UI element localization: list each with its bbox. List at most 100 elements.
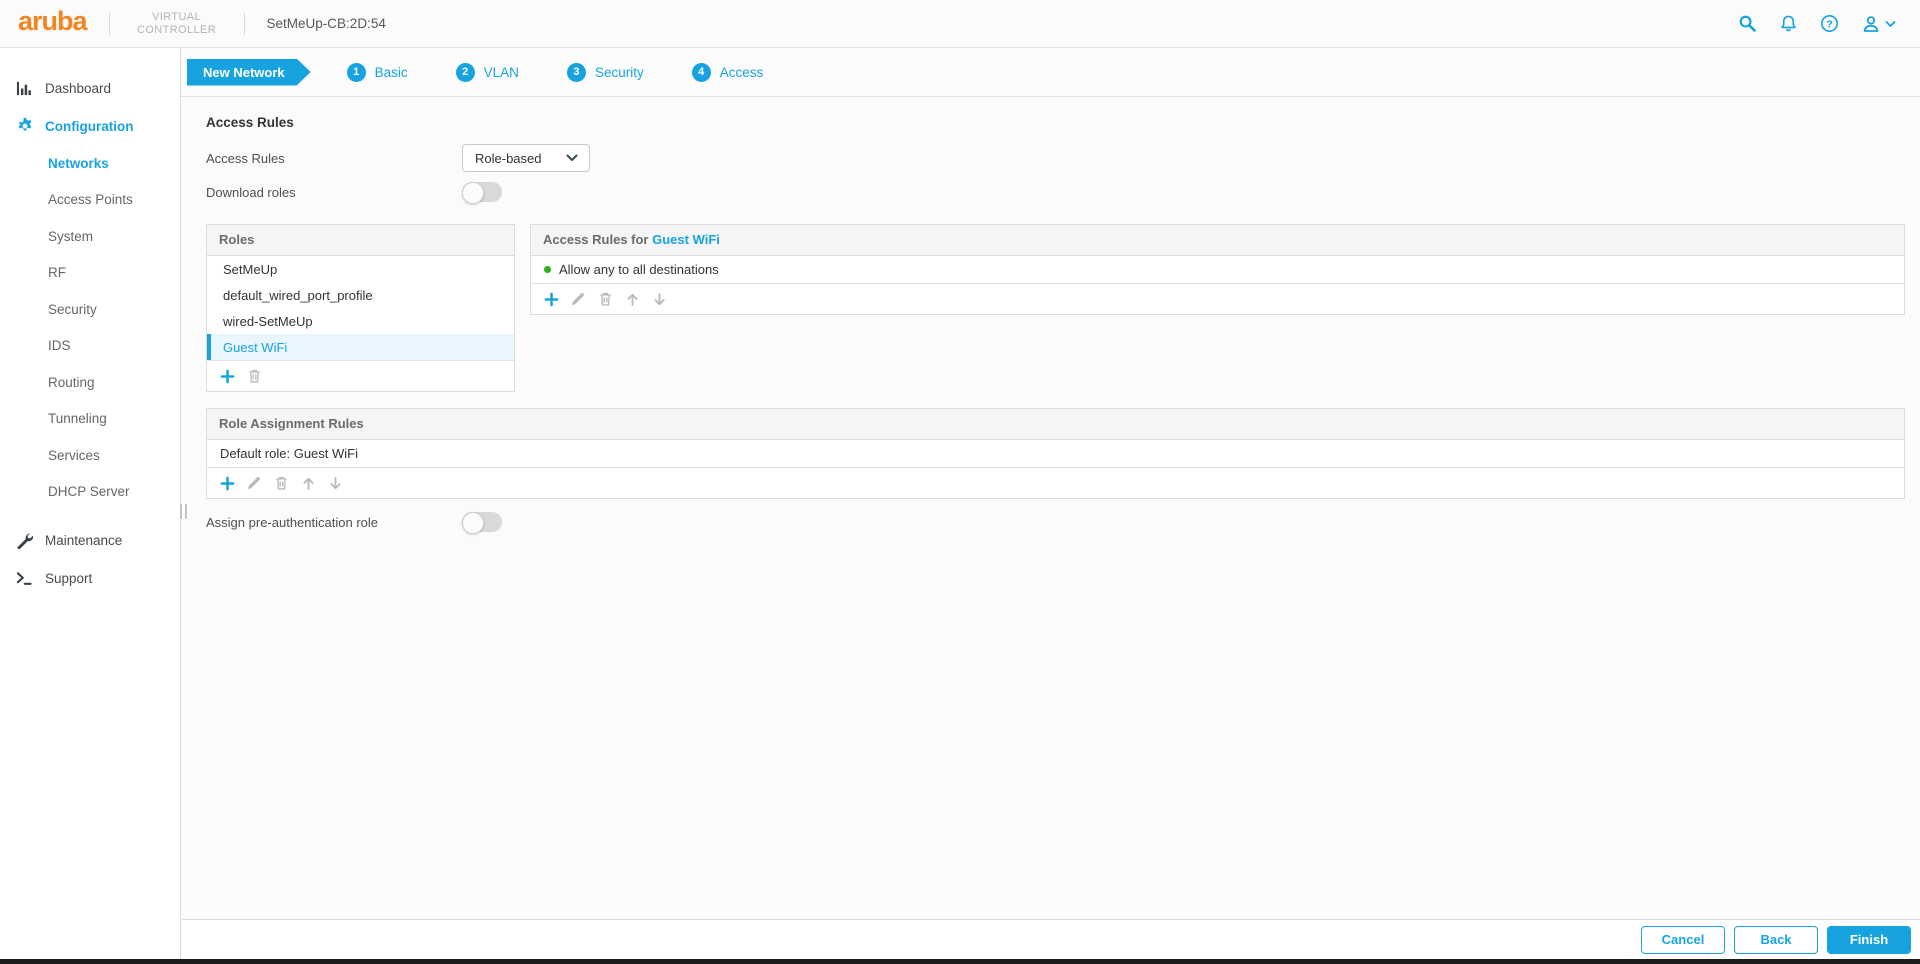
sidebar-subitem[interactable]: System (0, 218, 180, 255)
sidebar-item-label: Support (45, 570, 93, 586)
sidebar-subitem[interactable]: Security (0, 291, 180, 328)
pre-auth-label: Assign pre-authentication role (206, 514, 378, 530)
sidebar-subitem-label: Tunneling (48, 411, 107, 427)
page-title: Access Rules (206, 115, 294, 130)
finish-button[interactable]: Finish (1827, 925, 1911, 954)
sidebar-subitem[interactable]: Tunneling (0, 401, 180, 438)
delete-icon[interactable] (595, 289, 615, 309)
edit-icon[interactable] (244, 473, 264, 493)
access-rule-row[interactable]: Allow any to all destinations (531, 256, 1904, 283)
sidebar-subitem[interactable]: DHCP Server (0, 474, 180, 511)
sidebar-subitem[interactable]: RF (0, 255, 180, 292)
wizard-steps: 1 Basic 2 VLAN 3 Security 4 Access (346, 62, 764, 82)
top-bar: aruba VIRTUAL CONTROLLER SetMeUp-CB:2D:5… (0, 0, 1920, 48)
sidebar-subitem-label: Routing (48, 374, 95, 390)
back-button[interactable]: Back (1734, 925, 1818, 954)
step-label: Basic (374, 64, 408, 80)
role-assignment-list: Default role: Guest WiFi (207, 440, 1904, 467)
sidebar-subitem-label: Networks (48, 155, 109, 171)
sidebar-item-label: Configuration (45, 118, 134, 134)
step-number-badge: 1 (346, 62, 366, 82)
content-area: New Network 1 Basic 2 VLAN 3 Security 4 … (181, 0, 1920, 534)
gear-icon (15, 117, 34, 135)
sidebar-subitem[interactable]: Access Points (0, 182, 180, 219)
sidebar-item-support[interactable]: Support (0, 559, 180, 597)
role-row[interactable]: wired-SetMeUp (207, 308, 514, 334)
configuration-subnav: Networks Access Points System RF Securit… (0, 145, 180, 510)
sidebar-item-label: Maintenance (45, 532, 123, 548)
add-icon[interactable] (217, 473, 237, 493)
move-up-icon[interactable] (298, 473, 318, 493)
sidebar-subitem[interactable]: Services (0, 437, 180, 474)
chevron-down-icon (566, 154, 578, 161)
new-network-banner: New Network (187, 59, 311, 86)
move-down-icon[interactable] (325, 473, 345, 493)
sidebar-subitem[interactable]: IDS (0, 328, 180, 365)
roles-and-rules-row: Roles SetMeUp default_wired_port_profile… (206, 224, 1905, 392)
add-icon[interactable] (217, 366, 237, 386)
rule-text: Allow any to all destinations (559, 262, 719, 277)
role-name: wired-SetMeUp (223, 313, 313, 329)
step-label: VLAN (483, 64, 519, 80)
role-name: SetMeUp (223, 261, 278, 277)
access-rules-mode-row: Access Rules Role-based (206, 144, 1905, 172)
account-icon[interactable] (1861, 14, 1896, 34)
access-rules-list: Allow any to all destinations (531, 256, 1904, 283)
sidebar-resize-handle[interactable] (179, 504, 188, 519)
help-icon[interactable]: ? (1820, 14, 1839, 33)
role-row[interactable]: default_wired_port_profile (207, 282, 514, 308)
roles-panel-header: Roles (207, 225, 514, 256)
sidebar-item-configuration[interactable]: Configuration (0, 107, 180, 145)
controller-name: SetMeUp-CB:2D:54 (266, 16, 386, 31)
allow-status-dot (544, 266, 551, 273)
sidebar-subitem-label: Security (48, 301, 97, 317)
delete-icon[interactable] (244, 366, 264, 386)
sidebar-subitem[interactable]: Routing (0, 364, 180, 401)
sidebar-item-maintenance[interactable]: Maintenance (0, 521, 180, 559)
cancel-button[interactable]: Cancel (1641, 925, 1725, 954)
access-rules-panel: Access Rules for Guest WiFi Allow any to… (530, 224, 1905, 315)
wrench-icon (15, 532, 34, 549)
access-rules-select[interactable]: Role-based (462, 144, 590, 172)
brand-area: aruba VIRTUAL CONTROLLER SetMeUp-CB:2D:5… (18, 8, 386, 39)
access-rules-panel-header: Access Rules for Guest WiFi (531, 225, 1904, 256)
move-up-icon[interactable] (622, 289, 642, 309)
wizard-step[interactable]: 4 Access (691, 62, 764, 82)
sidebar-subitem-label: Services (48, 447, 100, 463)
sidebar-item-dashboard[interactable]: Dashboard (0, 69, 180, 107)
move-down-icon[interactable] (649, 289, 669, 309)
notifications-icon[interactable] (1779, 14, 1798, 33)
divider (108, 12, 110, 35)
role-row[interactable]: SetMeUp (207, 256, 514, 282)
role-row[interactable]: Guest WiFi (207, 334, 514, 360)
svg-text:?: ? (1826, 19, 1832, 30)
role-name: default_wired_port_profile (223, 287, 373, 303)
edit-icon[interactable] (568, 289, 588, 309)
wizard-step[interactable]: 3 Security (566, 62, 644, 82)
download-roles-toggle[interactable] (462, 182, 502, 204)
step-number-badge: 3 (566, 62, 586, 82)
roles-list: SetMeUp default_wired_port_profile wired… (207, 256, 514, 360)
step-label: Access (719, 64, 764, 80)
role-name: Guest WiFi (223, 339, 288, 355)
sidebar-item-label: Dashboard (45, 80, 112, 96)
download-roles-row: Download roles (206, 182, 1905, 204)
step-label: Security (594, 64, 644, 80)
access-rules-toolbar (531, 283, 1904, 314)
search-icon[interactable] (1738, 14, 1757, 33)
selected-role-link[interactable]: Guest WiFi (652, 232, 720, 247)
terminal-icon (15, 570, 34, 587)
access-rules-label: Access Rules (206, 150, 285, 166)
sidebar-subitem-label: Access Points (48, 192, 133, 208)
add-icon[interactable] (541, 289, 561, 309)
top-icons: ? (1738, 14, 1896, 34)
sidebar-subitem-label: System (48, 228, 94, 244)
aruba-logo[interactable]: aruba (18, 8, 88, 39)
role-assignment-row[interactable]: Default role: Guest WiFi (207, 440, 1904, 467)
wizard-step[interactable]: 1 Basic (346, 62, 408, 82)
dashboard-icon (15, 80, 34, 97)
delete-icon[interactable] (271, 473, 291, 493)
pre-auth-toggle[interactable] (462, 512, 502, 534)
wizard-step[interactable]: 2 VLAN (455, 62, 519, 82)
sidebar-subitem[interactable]: Networks (0, 145, 180, 182)
